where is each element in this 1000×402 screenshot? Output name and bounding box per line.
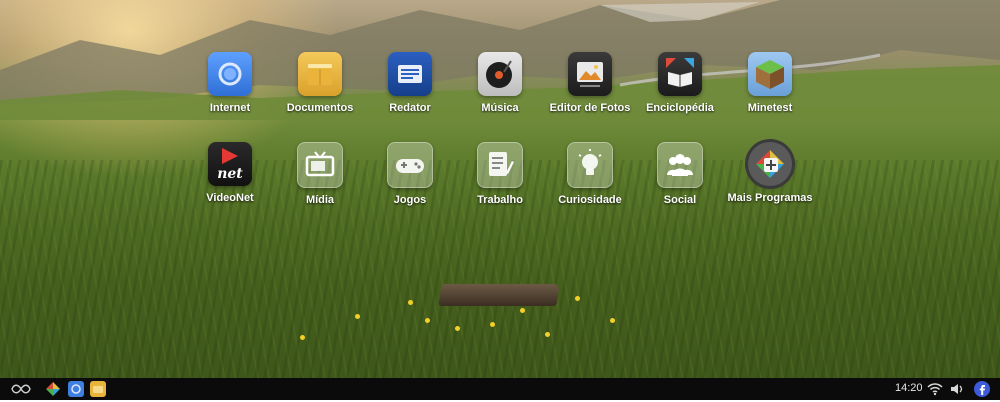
- files-icon[interactable]: [90, 381, 106, 397]
- app-minetest[interactable]: Minetest: [720, 52, 820, 114]
- add-programs-icon: [748, 142, 792, 186]
- browser-icon[interactable]: [68, 381, 84, 397]
- app-redator[interactable]: Redator: [360, 52, 460, 114]
- app-jogos[interactable]: Jogos: [360, 142, 460, 206]
- app-musica[interactable]: Música: [450, 52, 550, 114]
- clock: 14:20: [895, 382, 923, 394]
- app-label: Mais Programas: [727, 192, 813, 204]
- text-editor-icon: [388, 52, 432, 96]
- svg-text:net: net: [217, 166, 243, 182]
- app-label: Mídia: [305, 194, 335, 206]
- app-label: Curiosidade: [558, 194, 622, 206]
- videonet-play-icon: net: [208, 142, 252, 186]
- taskbar: 14:20: [0, 378, 1000, 400]
- music-record-icon: [478, 52, 522, 96]
- app-documentos[interactable]: Documentos: [270, 52, 370, 114]
- app-editor-de-fotos[interactable]: Editor de Fotos: [540, 52, 640, 114]
- app-social[interactable]: Social: [630, 142, 730, 206]
- wifi-icon[interactable]: [927, 381, 943, 397]
- minetest-cube-icon: [748, 52, 792, 96]
- app-enciclopedia[interactable]: Enciclopédia: [630, 52, 730, 114]
- menu-logo-icon[interactable]: [10, 381, 32, 397]
- app-label: Música: [481, 102, 519, 114]
- app-label: Enciclopédia: [646, 102, 714, 114]
- document-pen-icon: [477, 142, 523, 188]
- app-label: Documentos: [286, 102, 354, 114]
- people-icon: [657, 142, 703, 188]
- app-label: Trabalho: [477, 194, 523, 206]
- tv-icon: [297, 142, 343, 188]
- gamepad-icon: [387, 142, 433, 188]
- folder-icon: [298, 52, 342, 96]
- app-videonet[interactable]: net VideoNet: [180, 142, 280, 204]
- photo-editor-icon: [568, 52, 612, 96]
- app-label: Editor de Fotos: [549, 102, 631, 114]
- app-mais-programas[interactable]: Mais Programas: [720, 142, 820, 204]
- app-trabalho[interactable]: Trabalho: [450, 142, 550, 206]
- browser-globe-icon: [208, 52, 252, 96]
- app-label: Minetest: [747, 102, 793, 114]
- app-label: Redator: [389, 102, 431, 114]
- app-label: Internet: [209, 102, 251, 114]
- encyclopedia-book-icon: [658, 52, 702, 96]
- facebook-icon[interactable]: [974, 381, 990, 397]
- app-label: VideoNet: [206, 192, 254, 204]
- app-launcher-grid: Internet Documentos Redator Música Edito…: [0, 0, 1000, 378]
- app-label: Jogos: [393, 194, 427, 206]
- app-internet[interactable]: Internet: [180, 52, 280, 114]
- app-store-icon[interactable]: [45, 381, 61, 397]
- app-curiosidade[interactable]: Curiosidade: [540, 142, 640, 206]
- volume-icon[interactable]: [949, 381, 965, 397]
- app-label: Social: [663, 194, 697, 206]
- lightbulb-icon: [567, 142, 613, 188]
- app-midia[interactable]: Mídia: [270, 142, 370, 206]
